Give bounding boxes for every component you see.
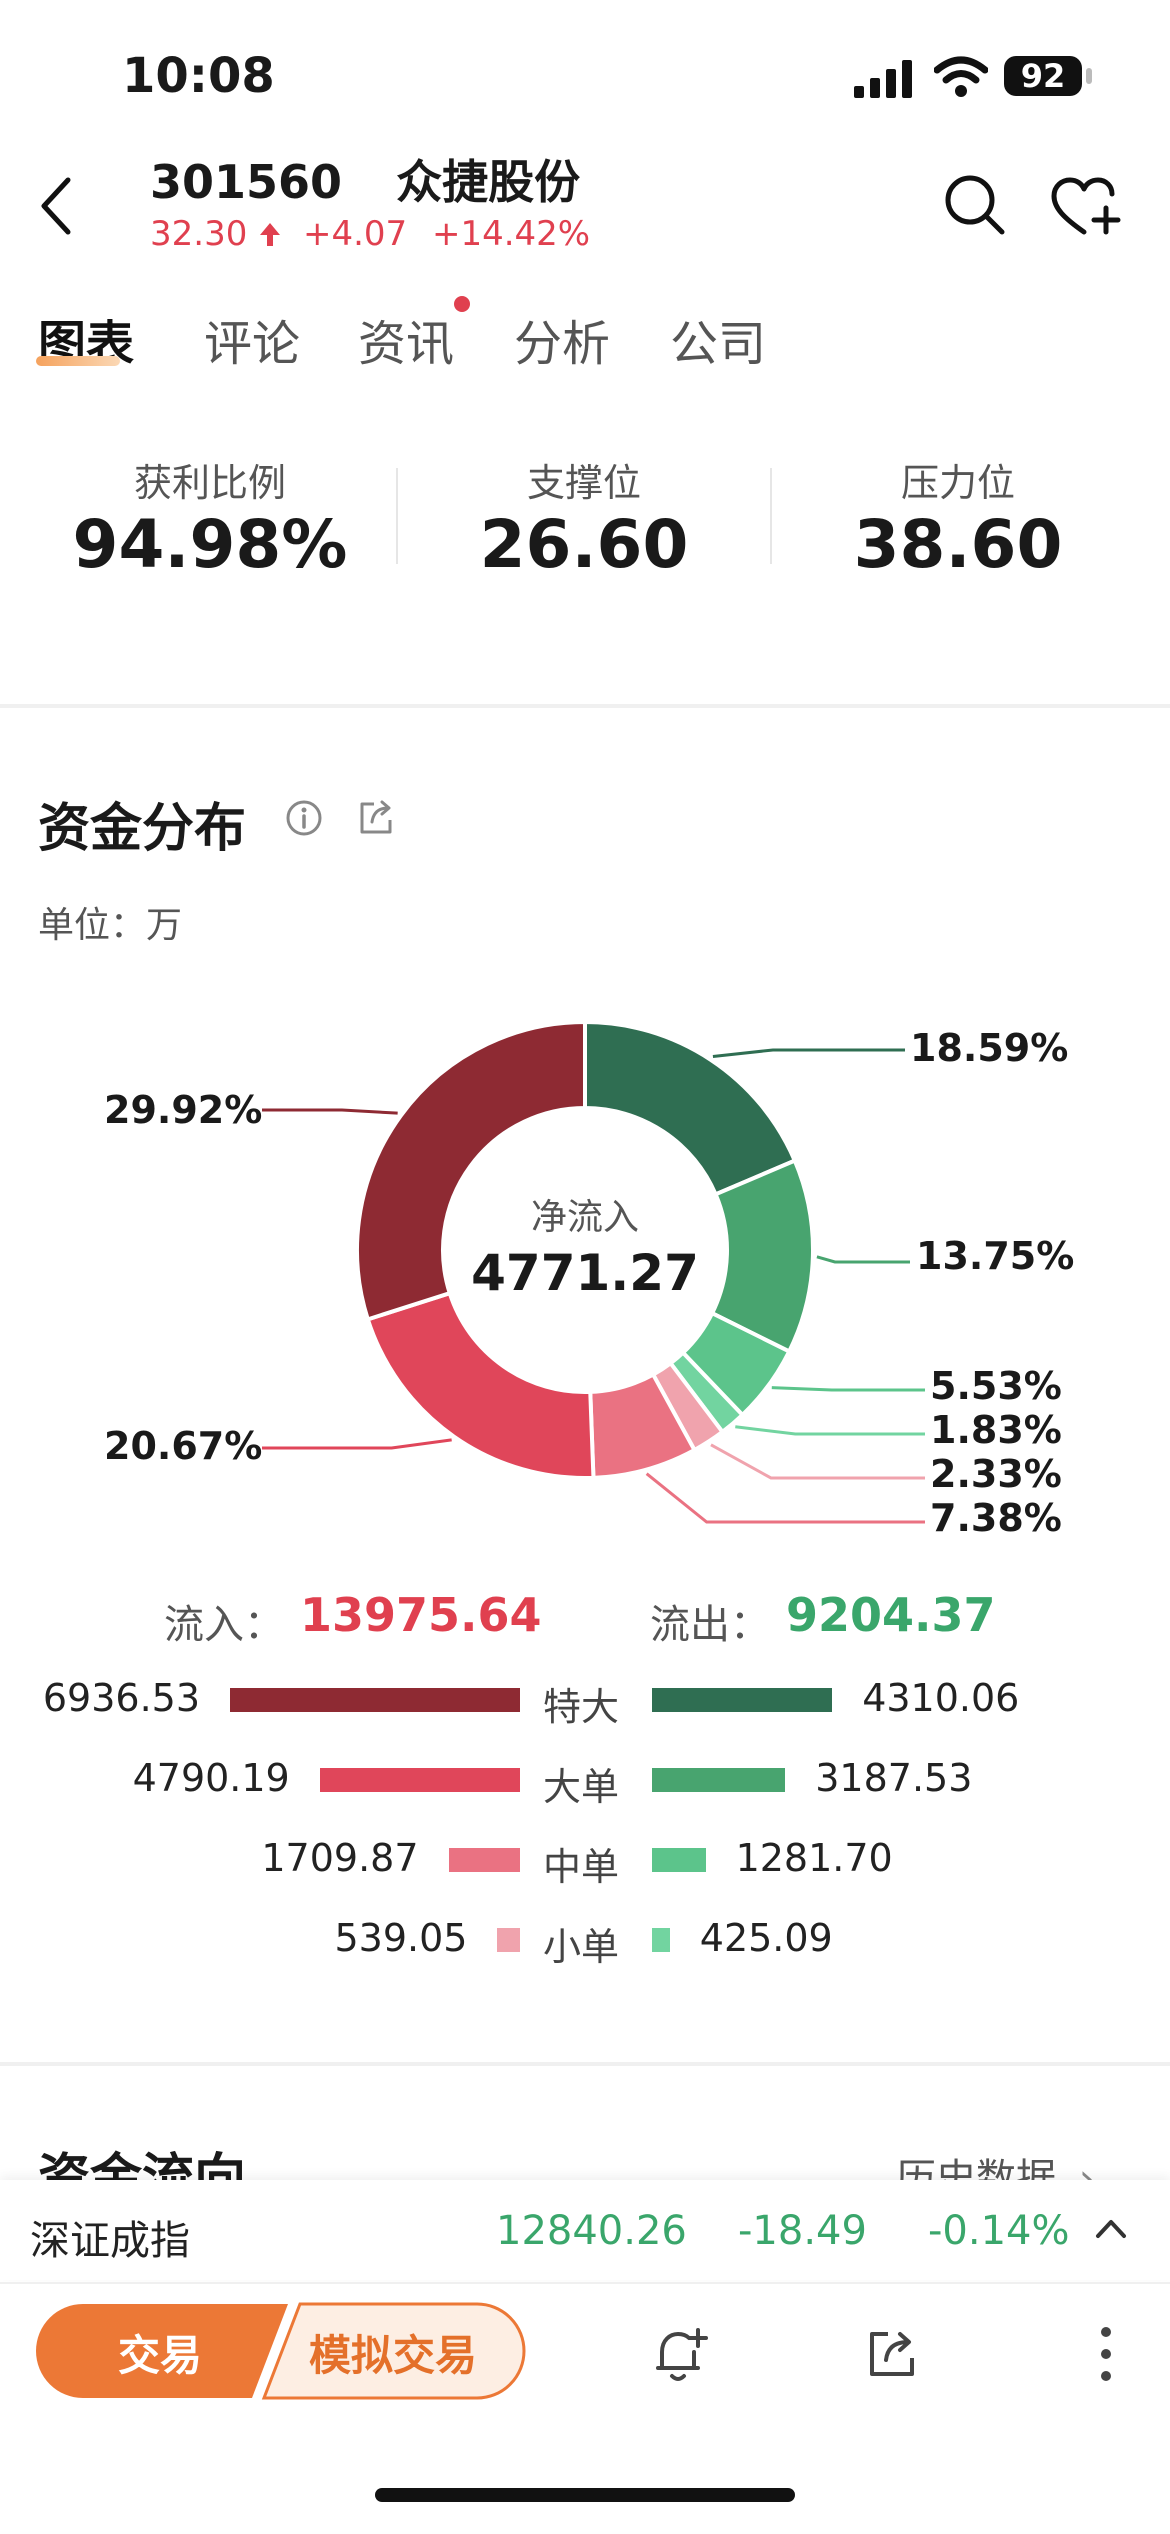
slice-leader-line <box>262 1438 452 1450</box>
slice-label: 1.83% <box>930 1408 1062 1452</box>
index-name: 深证成指 <box>30 2218 190 2264</box>
info-icon[interactable] <box>284 798 324 838</box>
inflow-label: 流入： <box>164 1602 284 1648</box>
slice-leader-line <box>816 1255 910 1264</box>
tab-analysis[interactable]: 分析 <box>514 304 610 374</box>
tab-comments[interactable]: 评论 <box>204 304 300 374</box>
outflow-bar <box>652 1928 670 1952</box>
stock-name: 众捷股份 <box>396 155 581 209</box>
profit-ratio-label: 获利比例 <box>133 461 286 505</box>
tab-news[interactable]: 资讯 <box>358 304 454 374</box>
battery-indicator: 92 <box>1004 56 1082 96</box>
slice-label: 5.53% <box>930 1364 1062 1408</box>
stock-price: 32.30 <box>150 214 248 254</box>
index-value: 12840.26 <box>496 2208 687 2254</box>
inflow-bar <box>497 1928 520 1952</box>
inflow-bar <box>230 1688 520 1712</box>
resistance-value: 38.60 <box>853 506 1063 583</box>
slice-leader-line <box>710 1443 925 1480</box>
share-icon[interactable] <box>866 2326 920 2380</box>
search-icon[interactable] <box>942 172 1008 238</box>
alert-bell-add-icon[interactable] <box>652 2324 708 2384</box>
inflow-bar <box>448 1848 520 1872</box>
back-arrow-icon[interactable] <box>36 176 76 236</box>
outflow-amount: 425.09 <box>699 1916 833 1960</box>
slice-label: 20.67% <box>104 1424 263 1468</box>
support-value: 26.60 <box>479 506 689 583</box>
donut-center-value: 4771.27 <box>471 1244 699 1302</box>
inflow-amount: 6936.53 <box>42 1676 200 1720</box>
slice-leader-line <box>771 1386 925 1392</box>
index-change-pct: -0.14% <box>928 2208 1070 2254</box>
profit-ratio-value: 94.98% <box>72 506 348 583</box>
slice-leader-line <box>712 1048 905 1058</box>
order-size-label: 中单 <box>543 1845 620 1889</box>
inflow-amount: 4790.19 <box>132 1756 290 1800</box>
outflow-bar <box>652 1848 706 1872</box>
outflow-value: 9204.37 <box>786 1588 996 1642</box>
stat-divider <box>770 468 772 564</box>
inflow-amount: 539.05 <box>334 1916 468 1960</box>
stock-change-pct: +14.42% <box>431 214 591 254</box>
index-change: -18.49 <box>738 2208 867 2254</box>
slice-label: 29.92% <box>104 1088 263 1132</box>
more-menu-icon[interactable] <box>1096 2326 1116 2382</box>
section-separator <box>0 704 1170 708</box>
outflow-amount: 3187.53 <box>815 1756 973 1800</box>
section-separator <box>0 2062 1170 2066</box>
slice-label: 13.75% <box>916 1234 1075 1278</box>
tab-company[interactable]: 公司 <box>670 304 766 374</box>
simulated-trade-button[interactable]: 模拟交易 <box>268 2322 518 2383</box>
unit-label: 单位：万 <box>38 905 183 946</box>
fund-distribution-title: 资金分布 <box>38 799 247 859</box>
slice-label: 7.38% <box>930 1496 1062 1540</box>
inflow-bar <box>319 1768 520 1792</box>
resistance-label: 压力位 <box>900 461 1015 505</box>
news-badge-dot <box>454 296 470 312</box>
order-size-label: 大单 <box>543 1765 620 1809</box>
wifi-icon <box>934 56 988 97</box>
slice-leader-line <box>645 1472 925 1524</box>
donut-slice <box>583 1019 798 1197</box>
slice-leader-line <box>735 1425 925 1436</box>
outflow-amount: 4310.06 <box>862 1676 1020 1720</box>
chevron-up-icon[interactable] <box>1094 2216 1128 2240</box>
donut-slice <box>365 1290 596 1480</box>
slice-label: 18.59% <box>910 1026 1069 1070</box>
trade-button[interactable]: 交易 <box>60 2322 260 2383</box>
support-label: 支撑位 <box>526 461 641 505</box>
stock-quote: 32.30 +4.07 +14.42% <box>150 214 590 254</box>
active-tab-underline <box>36 356 120 366</box>
inflow-value: 13975.64 <box>300 1588 542 1642</box>
inflow-amount: 1709.87 <box>261 1836 419 1880</box>
share-icon[interactable] <box>356 796 398 838</box>
stat-divider <box>396 468 398 564</box>
outflow-bar <box>652 1688 833 1712</box>
up-arrow-icon <box>260 223 281 246</box>
outflow-amount: 1281.70 <box>735 1836 893 1880</box>
slice-label: 2.33% <box>930 1452 1062 1496</box>
battery-tip <box>1086 68 1092 84</box>
outflow-bar <box>652 1768 786 1792</box>
order-size-label: 特大 <box>543 1685 620 1729</box>
home-indicator <box>375 2488 795 2502</box>
status-time: 10:08 <box>122 48 275 104</box>
stock-title: 301560 众捷股份 <box>150 146 580 212</box>
slice-leader-line <box>262 1108 398 1115</box>
order-size-label: 小单 <box>543 1925 620 1969</box>
stock-change: +4.07 <box>302 214 408 254</box>
outflow-label: 流出： <box>650 1602 770 1648</box>
favorite-add-icon[interactable] <box>1050 176 1122 238</box>
donut-center-label: 净流入 <box>530 1197 639 1238</box>
signal-icon <box>854 60 912 98</box>
stock-code: 301560 <box>150 155 343 209</box>
